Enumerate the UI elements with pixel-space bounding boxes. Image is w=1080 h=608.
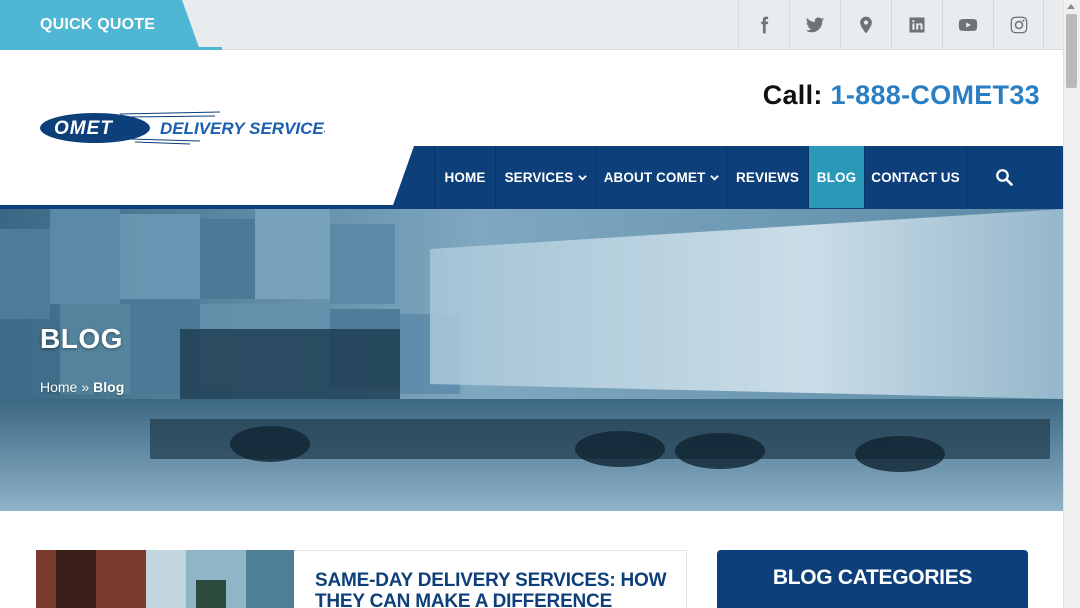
nav-label: HOME [444, 169, 486, 185]
search-icon [996, 169, 1013, 186]
breadcrumb-home-link[interactable]: Home [40, 379, 77, 395]
nav-label: ABOUT COMET [603, 169, 706, 185]
blog-categories-title: BLOG CATEGORIES [772, 566, 973, 589]
comet-logo[interactable]: OMET DELIVERY SERVICES [40, 108, 336, 148]
blog-post-title-link[interactable]: SAME-DAY DELIVERY SERVICES: HOW THEY CAN… [315, 570, 675, 608]
quick-quote-underline [0, 47, 222, 50]
twitter-icon[interactable] [789, 0, 840, 50]
nav-item-reviews[interactable]: REVIEWS [726, 146, 808, 208]
nav-item-services[interactable]: SERVICES [495, 146, 596, 208]
linkedin-icon[interactable] [891, 0, 942, 50]
page-scrollbar[interactable] [1063, 0, 1080, 608]
svg-text:DELIVERY SERVICES: DELIVERY SERVICES [160, 119, 325, 138]
breadcrumb-current: Blog [93, 379, 125, 395]
breadcrumb-separator: » [81, 379, 90, 395]
nav-item-about-comet[interactable]: ABOUT COMET [596, 146, 726, 208]
svg-text:OMET: OMET [54, 118, 113, 139]
nav-label: SERVICES [504, 169, 574, 185]
nav-item-home[interactable]: HOME [434, 146, 495, 208]
call-phone[interactable]: Call: 1-888-COMET33 [763, 80, 1040, 111]
chevron-down-icon [710, 174, 720, 181]
facebook-icon[interactable] [738, 0, 789, 50]
hero-background-image [0, 209, 1063, 511]
chevron-down-icon [578, 174, 588, 181]
nav-label: BLOG [816, 169, 857, 185]
search-button[interactable] [966, 146, 1041, 208]
nav-label: REVIEWS [736, 169, 799, 185]
nav-item-blog[interactable]: BLOG [808, 146, 864, 208]
hero-banner [0, 209, 1063, 511]
map-pin-icon[interactable] [840, 0, 891, 50]
scrollbar-thumb[interactable] [1066, 14, 1077, 88]
nav-item-contact-us[interactable]: CONTACT US [864, 146, 966, 208]
scroll-up-arrow-icon[interactable] [1067, 4, 1075, 9]
nav-label: CONTACT US [871, 169, 960, 185]
youtube-icon[interactable] [942, 0, 993, 50]
page-title: BLOG [40, 323, 123, 354]
quick-quote-button[interactable]: QUICK QUOTE [0, 0, 200, 50]
main-nav: HOME SERVICES ABOUT COMET REVIEWS BLOG C… [434, 146, 966, 208]
social-links [738, 0, 1044, 50]
call-label: Call: [762, 80, 823, 110]
blog-post-thumbnail[interactable] [36, 550, 294, 608]
instagram-icon[interactable] [993, 0, 1044, 50]
phone-number-link[interactable]: 1-888-COMET33 [831, 80, 1040, 110]
breadcrumb: Home» Blog [40, 379, 124, 395]
